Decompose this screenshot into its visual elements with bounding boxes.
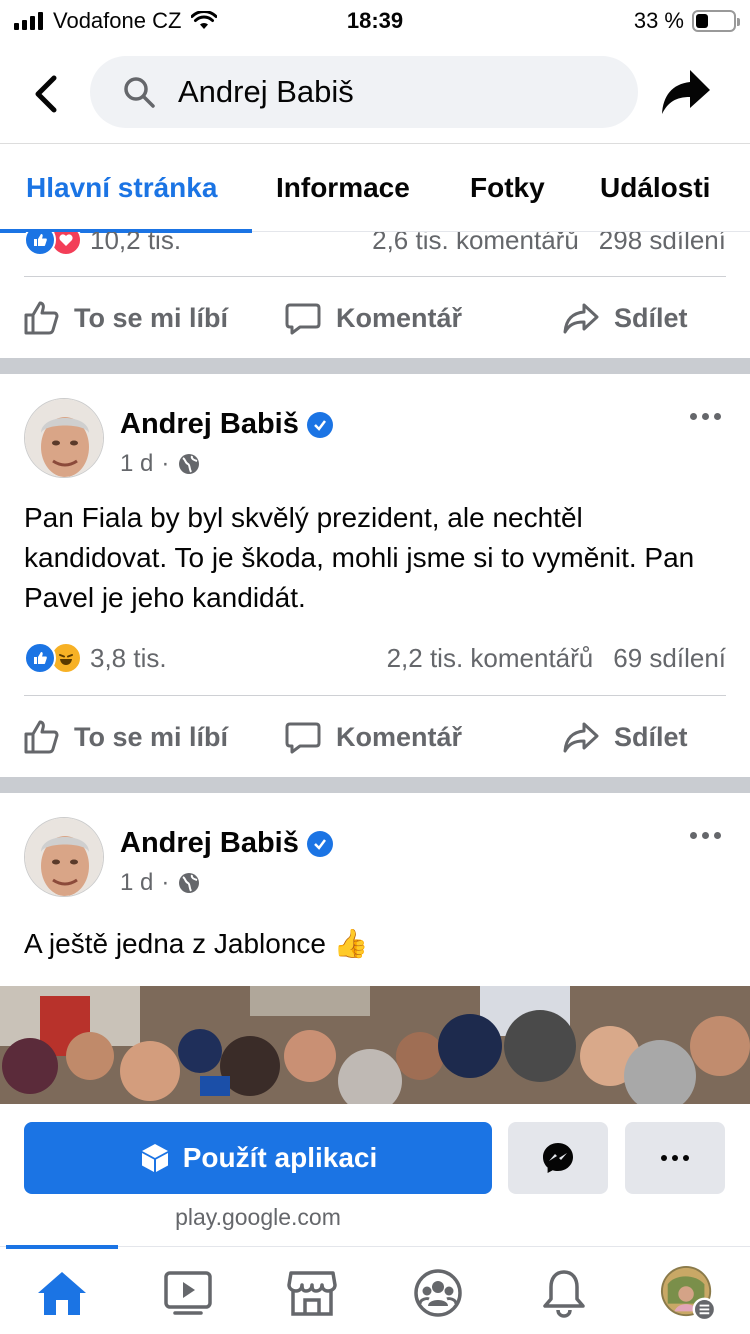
post-author[interactable]: Andrej Babiš xyxy=(120,408,333,441)
share-button[interactable]: Sdílet xyxy=(562,707,688,767)
share-button[interactable]: Sdílet xyxy=(562,288,688,348)
app-banner: Použít aplikaci play.google.com xyxy=(0,1104,750,1244)
messenger-icon xyxy=(543,1143,573,1173)
nav-marketplace[interactable] xyxy=(284,1265,340,1321)
post-text: A ještě jedna z Jablonce 👍 xyxy=(24,928,369,959)
share-label: Sdílet xyxy=(614,721,688,752)
author-name: Andrej Babiš xyxy=(120,827,299,859)
post-photo[interactable] xyxy=(0,986,750,1104)
share-icon xyxy=(563,303,599,334)
tab-photos[interactable]: Fotky xyxy=(470,172,545,204)
comment-icon xyxy=(285,303,321,335)
post-header: Andrej Babiš 1 d · xyxy=(24,398,724,480)
nav-notifications[interactable] xyxy=(536,1265,592,1321)
share-icon xyxy=(563,722,599,753)
post-meta: 1 d · xyxy=(120,450,201,478)
search-input[interactable]: Andrej Babiš xyxy=(90,56,638,128)
post-meta: 1 d · xyxy=(120,869,201,897)
comment-icon xyxy=(285,722,321,754)
messenger-button[interactable] xyxy=(508,1122,608,1194)
post-separator xyxy=(0,777,750,793)
like-label: To se mi líbí xyxy=(74,721,229,752)
meta-separator: · xyxy=(161,450,170,477)
comment-button[interactable]: Komentář xyxy=(284,288,462,348)
tab-events[interactable]: Události xyxy=(600,172,710,204)
comment-button[interactable]: Komentář xyxy=(284,707,462,767)
more-options-icon[interactable] xyxy=(690,825,726,845)
profile-menu-icon xyxy=(660,1265,716,1322)
battery-icon xyxy=(692,10,740,32)
thumbs-up-icon xyxy=(24,301,59,335)
reaction-count[interactable]: 3,8 tis. xyxy=(90,643,167,674)
marketplace-icon xyxy=(287,1271,337,1316)
nav-menu[interactable] xyxy=(660,1265,716,1322)
reaction-icons xyxy=(24,642,82,674)
cube-icon xyxy=(141,1144,168,1172)
tab-home[interactable]: Hlavní stránka xyxy=(26,172,217,204)
use-app-label: Použít aplikaci xyxy=(182,1142,378,1173)
like-button[interactable]: To se mi líbí xyxy=(22,707,228,767)
tab-info[interactable]: Informace xyxy=(276,172,410,204)
search-header: Andrej Babiš xyxy=(0,48,750,144)
verified-badge-icon xyxy=(306,411,333,438)
post-header: Andrej Babiš 1 d · xyxy=(24,817,724,899)
use-app-button[interactable]: Použít aplikaci xyxy=(24,1122,492,1194)
search-query: Andrej Babiš xyxy=(178,74,354,109)
bell-icon xyxy=(543,1270,585,1318)
post-time[interactable]: 1 d xyxy=(120,869,153,897)
more-button[interactable] xyxy=(625,1122,725,1194)
home-icon xyxy=(38,1272,86,1315)
post-author[interactable]: Andrej Babiš xyxy=(120,827,333,860)
ellipsis-icon xyxy=(661,1155,689,1161)
bottom-navigation xyxy=(0,1245,750,1334)
share-count[interactable]: 69 sdílení xyxy=(613,643,726,674)
like-reaction-icon xyxy=(24,642,56,674)
battery-level xyxy=(696,14,708,28)
divider xyxy=(24,276,726,277)
post-time[interactable]: 1 d xyxy=(120,450,153,478)
post-stats: 3,8 tis. 2,2 tis. komentářů 69 sdílení xyxy=(24,638,726,678)
nav-watch[interactable] xyxy=(160,1265,216,1321)
comment-label: Komentář xyxy=(336,302,463,333)
back-arrow-icon[interactable] xyxy=(26,72,66,116)
profile-tabs: Hlavní stránka Informace Fotky Události xyxy=(0,146,750,233)
thumbs-up-icon xyxy=(24,720,59,754)
verified-badge-icon xyxy=(306,830,333,857)
globe-icon xyxy=(179,454,200,474)
divider xyxy=(24,695,726,696)
active-nav-indicator xyxy=(6,1245,118,1249)
battery-percent: 33 % xyxy=(633,8,684,33)
comment-label: Komentář xyxy=(336,721,463,752)
post-separator xyxy=(0,358,750,374)
author-name: Andrej Babiš xyxy=(120,408,299,440)
store-domain: play.google.com xyxy=(175,1204,341,1230)
post-text: Pan Fiala by byl skvělý prezident, ale n… xyxy=(24,502,695,613)
share-label: Sdílet xyxy=(614,302,688,333)
nav-home[interactable] xyxy=(34,1265,90,1321)
status-right: 33 % xyxy=(633,8,740,34)
crowd-photo-image xyxy=(0,986,750,1104)
post-actions: To se mi líbí Komentář Sdílet xyxy=(0,707,750,767)
avatar[interactable] xyxy=(24,817,104,897)
avatar[interactable] xyxy=(24,398,104,478)
like-button[interactable]: To se mi líbí xyxy=(22,288,228,348)
more-options-icon[interactable] xyxy=(690,406,726,426)
nav-groups[interactable] xyxy=(410,1265,466,1321)
share-arrow-icon[interactable] xyxy=(660,68,712,116)
video-icon xyxy=(164,1271,212,1315)
search-icon xyxy=(124,77,155,108)
meta-separator: · xyxy=(161,869,170,896)
post-actions: To se mi líbí Komentář Sdílet xyxy=(0,288,750,348)
groups-icon xyxy=(414,1269,462,1317)
status-bar: Vodafone CZ 18:39 33 % xyxy=(0,0,750,42)
like-label: To se mi líbí xyxy=(74,302,229,333)
globe-icon xyxy=(179,873,200,893)
comment-count[interactable]: 2,2 tis. komentářů xyxy=(387,643,594,674)
